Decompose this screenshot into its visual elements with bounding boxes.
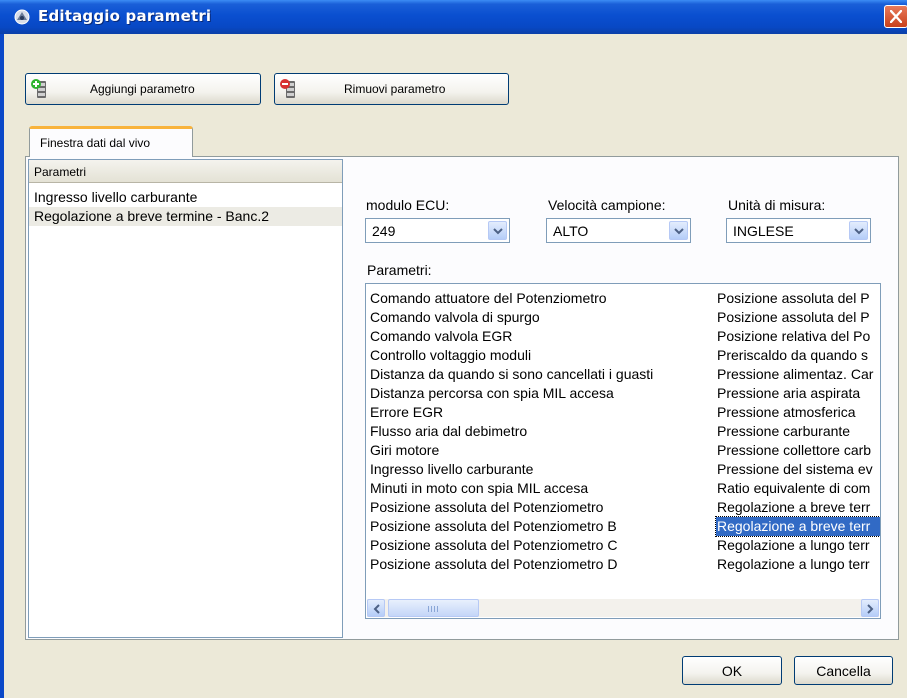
list-item[interactable]: Regolazione a lungo terr	[716, 555, 880, 574]
list-item[interactable]: Comando valvola di spurgo	[369, 308, 709, 327]
scroll-thumb[interactable]	[388, 599, 479, 617]
remove-parameter-icon	[280, 79, 295, 98]
ok-label: OK	[721, 663, 743, 679]
list-item[interactable]: Distanza percorsa con spia MIL accesa	[369, 384, 709, 403]
ok-button[interactable]: OK	[682, 656, 782, 685]
scroll-right-button[interactable]	[861, 599, 879, 617]
list-item[interactable]: Pressione atmosferica	[716, 403, 880, 422]
title-bar: Editaggio parametri	[0, 0, 907, 34]
list-item[interactable]: Posizione assoluta del P	[716, 289, 880, 308]
list-item[interactable]: Posizione assoluta del Potenziometro	[369, 498, 709, 517]
cancel-button[interactable]: Cancella	[794, 656, 893, 685]
list-item[interactable]: Minuti in moto con spia MIL accesa	[369, 479, 709, 498]
sample-speed-select[interactable]: ALTO	[546, 218, 691, 243]
list-item[interactable]: Errore EGR	[369, 403, 709, 422]
chevron-down-icon	[493, 228, 503, 235]
unit-dropdown-button[interactable]	[849, 221, 868, 240]
list-item[interactable]: Pressione collettore carb	[716, 441, 880, 460]
unit-select[interactable]: INGLESE	[726, 218, 871, 243]
list-item[interactable]: Pressione alimentaz. Car	[716, 365, 880, 384]
unit-value: INGLESE	[733, 223, 794, 239]
list-item[interactable]: Posizione assoluta del Potenziometro C	[369, 536, 709, 555]
list-item[interactable]: Regolazione a breve terr	[716, 498, 880, 517]
ecu-module-select[interactable]: 249	[365, 218, 510, 243]
window-title: Editaggio parametri	[38, 7, 212, 25]
close-icon	[890, 10, 902, 23]
add-parameter-icon	[31, 79, 46, 98]
list-item[interactable]: Posizione relativa del Po	[716, 327, 880, 346]
grip-icon	[428, 606, 440, 612]
window-frame	[0, 34, 4, 698]
ecu-dropdown-button[interactable]	[488, 221, 507, 240]
list-item[interactable]: Pressione carburante	[716, 422, 880, 441]
list-item[interactable]: Controllo voltaggio moduli	[369, 346, 709, 365]
list-item[interactable]: Comando valvola EGR	[369, 327, 709, 346]
available-parameters-list[interactable]: Comando attuatore del Potenziometro Coma…	[365, 283, 881, 619]
add-parameter-button[interactable]: Aggiungi parametro	[25, 73, 261, 105]
app-icon	[14, 9, 30, 25]
list-item[interactable]: Distanza da quando si sono cancellati i …	[369, 365, 709, 384]
ecu-module-label: modulo ECU:	[366, 197, 450, 213]
tab-label: Finestra dati dal vivo	[40, 136, 151, 150]
list-column-header[interactable]: Parametri	[29, 160, 342, 183]
close-button[interactable]	[884, 5, 907, 28]
list-item[interactable]: Comando attuatore del Potenziometro	[369, 289, 709, 308]
list-item[interactable]: Posizione assoluta del Potenziometro D	[369, 555, 709, 574]
list-item[interactable]: Preriscaldo da quando s	[716, 346, 880, 365]
list-item[interactable]: Regolazione a lungo terr	[716, 536, 880, 555]
list-item[interactable]: Posizione assoluta del P	[716, 308, 880, 327]
chevron-down-icon	[674, 228, 684, 235]
remove-parameter-button[interactable]: Rimuovi parametro	[274, 73, 509, 105]
remove-parameter-label: Rimuovi parametro	[344, 82, 446, 96]
tab-live-data[interactable]: Finestra dati dal vivo	[29, 126, 193, 157]
selected-parameters-list[interactable]: Parametri Ingresso livello carburante Re…	[28, 159, 343, 638]
add-parameter-label: Aggiungi parametro	[90, 82, 195, 96]
list-item[interactable]: Pressione aria aspirata	[716, 384, 880, 403]
list-item[interactable]: Giri motore	[369, 441, 709, 460]
ecu-module-value: 249	[372, 223, 396, 239]
list-item[interactable]: Regolazione a breve termine - Banc.2	[29, 207, 342, 226]
chevron-left-icon	[373, 604, 380, 614]
list-item[interactable]: Ingresso livello carburante	[29, 188, 342, 207]
list-item[interactable]: Ingresso livello carburante	[369, 460, 709, 479]
chevron-right-icon	[867, 604, 874, 614]
list-item[interactable]: Flusso aria dal debimetro	[369, 422, 709, 441]
sample-speed-value: ALTO	[553, 223, 589, 239]
chevron-down-icon	[854, 228, 864, 235]
unit-label: Unità di misura:	[728, 197, 826, 213]
speed-dropdown-button[interactable]	[669, 221, 688, 240]
sample-speed-label: Velocità campione:	[548, 197, 666, 213]
list-item[interactable]: Pressione del sistema ev	[716, 460, 880, 479]
list-item[interactable]: Posizione assoluta del Potenziometro B	[369, 517, 709, 536]
scroll-left-button[interactable]	[367, 599, 385, 617]
cancel-label: Cancella	[816, 663, 871, 679]
parameters-label: Parametri:	[367, 262, 432, 278]
list-item[interactable]: Ratio equivalente di com	[716, 479, 880, 498]
list-item-selected[interactable]: Regolazione a breve terr	[715, 516, 880, 537]
horizontal-scrollbar[interactable]	[367, 599, 879, 617]
